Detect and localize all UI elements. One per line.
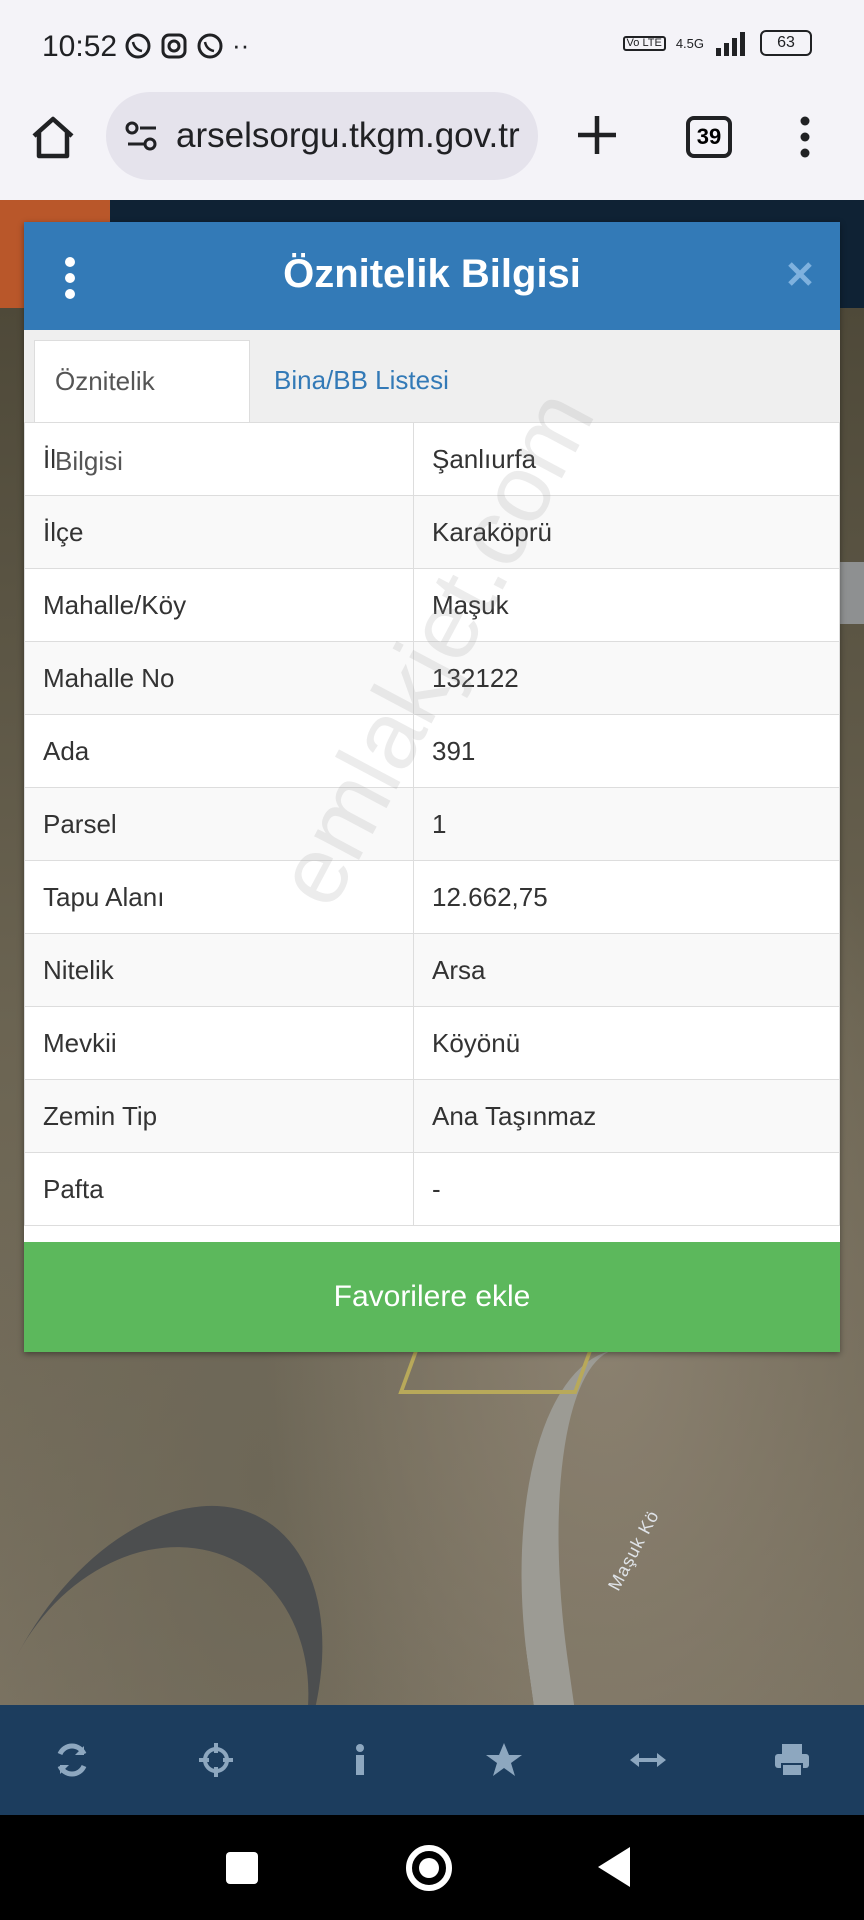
whatsapp-icon (197, 33, 223, 58)
whatsapp-icon (125, 33, 151, 58)
instagram-icon (161, 33, 187, 58)
attribute-key: Nitelik (24, 933, 414, 1007)
browser-toolbar: arselsorgu.tkgm.gov.tr 39 (0, 92, 864, 200)
attribute-key: Mahalle/Köy (24, 568, 414, 642)
map-toolbar (0, 1705, 864, 1815)
battery-level: 63 (777, 34, 795, 51)
table-row: Pafta - (24, 1152, 840, 1226)
attribute-key: Parsel (24, 787, 414, 861)
system-indicators: Vo LTE 4.5G 63 (622, 30, 812, 56)
url-text[interactable]: arselsorgu.tkgm.gov.tr (176, 116, 520, 156)
volte-icon: Vo LTE (622, 35, 666, 51)
attribute-value: Karaköprü (413, 495, 840, 569)
crosshair-icon (199, 1743, 233, 1777)
refresh-icon (57, 1743, 87, 1777)
refresh-button[interactable] (50, 1738, 94, 1782)
star-icon (486, 1743, 522, 1776)
print-icon (775, 1744, 809, 1777)
map-road (0, 1447, 393, 1705)
new-tab-icon[interactable] (572, 110, 622, 160)
modal-title: Öznitelik Bilgisi (283, 252, 581, 296)
table-row: İl Şanlıurfa (24, 422, 840, 496)
attribute-value: Şanlıurfa (413, 422, 840, 496)
home-icon[interactable] (28, 112, 78, 162)
address-bar[interactable]: arselsorgu.tkgm.gov.tr (106, 92, 538, 180)
attribute-value: 12.662,75 (413, 860, 840, 934)
table-row: Nitelik Arsa (24, 933, 840, 1007)
attribute-table: İl Şanlıurfa İlçe Karaköprü Mahalle/Köy Maşuk… (24, 422, 840, 1226)
attribute-key: Mahalle No (24, 641, 414, 715)
attribute-value: 1 (413, 787, 840, 861)
notification-icons: ·· (124, 30, 249, 61)
attribute-value: 391 (413, 714, 840, 788)
close-icon[interactable] (786, 260, 814, 288)
signal-icon (716, 32, 745, 56)
print-button[interactable] (770, 1738, 814, 1782)
table-row: Mahalle No 132122 (24, 641, 840, 715)
attribute-value: Ana Taşınmaz (413, 1079, 840, 1153)
home-button[interactable] (406, 1845, 452, 1891)
table-row: Tapu Alanı 12.662,75 (24, 860, 840, 934)
modal-tabs: Öznitelik Bilgisi Bina/BB Listesi (24, 330, 840, 476)
map-scrollbar[interactable] (840, 562, 864, 624)
network-type: 4.5G (675, 35, 704, 51)
info-icon (356, 1744, 364, 1775)
attribute-key: Ada (24, 714, 414, 788)
attribute-value: - (413, 1152, 840, 1226)
tab-switcher-button[interactable]: 39 (686, 116, 732, 158)
attribute-key: İl (24, 422, 414, 496)
battery-icon: 63 (760, 30, 812, 56)
table-row: Parsel 1 (24, 787, 840, 861)
back-button[interactable] (598, 1847, 630, 1887)
locate-button[interactable] (194, 1738, 238, 1782)
status-time: 10:52 (42, 30, 118, 63)
attribute-value: Köyönü (413, 1006, 840, 1080)
attribute-key: Mevkii (24, 1006, 414, 1080)
attribute-key: Pafta (24, 1152, 414, 1226)
recents-button[interactable] (226, 1852, 258, 1884)
table-row: İlçe Karaköprü (24, 495, 840, 569)
more-notifications-icon: ·· (232, 30, 250, 60)
status-bar: 10:52 ·· Vo LTE 4.5G 63 (0, 0, 864, 92)
site-settings-icon[interactable] (122, 116, 162, 156)
attribute-modal: Öznitelik Bilgisi Öznitelik Bilgisi Bina… (24, 222, 840, 1352)
measure-icon (630, 1753, 666, 1767)
attribute-value: Maşuk (413, 568, 840, 642)
attribute-key: Tapu Alanı (24, 860, 414, 934)
attribute-value: 132122 (413, 641, 840, 715)
table-row: Ada 391 (24, 714, 840, 788)
table-row: Zemin Tip Ana Taşınmaz (24, 1079, 840, 1153)
attribute-key: İlçe (24, 495, 414, 569)
info-button[interactable] (338, 1738, 382, 1782)
modal-header: Öznitelik Bilgisi (24, 222, 840, 330)
tab-attributes[interactable]: Öznitelik Bilgisi (34, 340, 250, 476)
favorites-button[interactable] (482, 1738, 526, 1782)
table-row: Mahalle/Köy Maşuk (24, 568, 840, 642)
tab-building-list[interactable]: Bina/BB Listesi (254, 340, 469, 422)
attribute-value: Arsa (413, 933, 840, 1007)
add-favorite-button[interactable]: Favorilere ekle (24, 1242, 840, 1352)
system-nav-bar (0, 1815, 864, 1920)
table-row: Mevkii Köyönü (24, 1006, 840, 1080)
attribute-key: Zemin Tip (24, 1079, 414, 1153)
browser-menu-icon[interactable] (790, 112, 820, 162)
measure-button[interactable] (626, 1738, 670, 1782)
